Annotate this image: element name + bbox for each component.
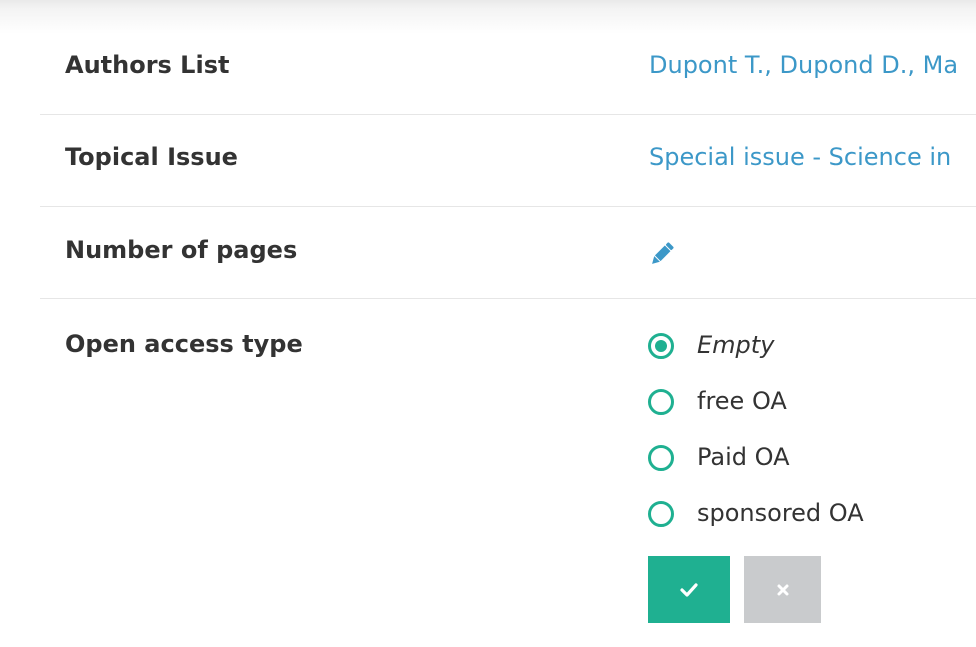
radio-button[interactable] xyxy=(648,501,674,527)
topical-issue-link[interactable]: Special issue - Science in xyxy=(649,143,951,171)
field-row-open-access: Open access type Empty free OA Paid OA s… xyxy=(40,299,976,647)
radio-button[interactable] xyxy=(648,389,674,415)
pencil-icon[interactable] xyxy=(647,239,677,269)
field-row-number-of-pages: Number of pages xyxy=(40,207,976,299)
radio-label: Paid OA xyxy=(697,443,790,471)
authors-list-link[interactable]: Dupont T., Dupond D., Ma xyxy=(649,51,958,79)
radio-label: free OA xyxy=(697,387,787,415)
field-label-topical-issue: Topical Issue xyxy=(65,143,238,171)
field-row-authors: Authors List Dupont T., Dupond D., Ma xyxy=(40,24,976,115)
check-icon xyxy=(680,582,698,597)
radio-selected-dot xyxy=(655,340,667,352)
radio-label: Empty xyxy=(697,331,775,359)
submit-button[interactable] xyxy=(648,556,730,623)
radio-button[interactable] xyxy=(648,445,674,471)
radio-button[interactable] xyxy=(648,333,674,359)
field-label-number-of-pages: Number of pages xyxy=(65,236,298,264)
radio-label: sponsored OA xyxy=(697,499,864,527)
cancel-button[interactable] xyxy=(744,556,821,623)
field-label-open-access: Open access type xyxy=(65,330,303,358)
close-icon xyxy=(777,584,788,595)
field-row-topical-issue: Topical Issue Special issue - Science in xyxy=(40,115,976,207)
page: Authors List Dupont T., Dupond D., Ma To… xyxy=(0,0,976,647)
field-label-authors: Authors List xyxy=(65,51,230,79)
